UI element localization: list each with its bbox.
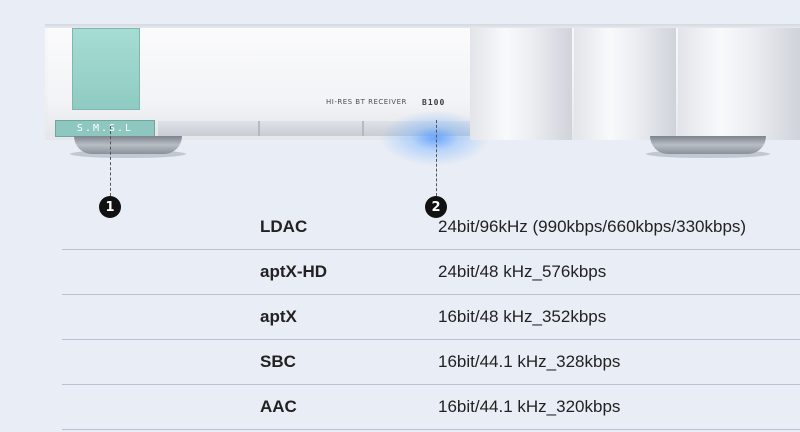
codec-name: aptX-HD [260, 262, 328, 281]
codec-name: AAC [260, 397, 297, 416]
spec-row: aptX 16bit/48 kHz_352kbps [62, 295, 800, 340]
codec-spec-table: LDAC 24bit/96kHz (990kbps/660kbps/330kbp… [62, 205, 800, 430]
codec-rate: 16bit/44.1 kHz_320kbps [438, 397, 621, 416]
leader-line-2 [436, 120, 437, 196]
strip-divider [258, 121, 260, 136]
codec-name: aptX [260, 307, 297, 326]
codec-rate: 16bit/44.1 kHz_328kbps [438, 352, 621, 371]
codec-name: LDAC [260, 217, 308, 236]
model-badge: B100 [422, 98, 446, 107]
heatsink-fin [678, 28, 800, 140]
brand-logo: S.M.S.L [76, 123, 134, 134]
codec-rate: 16bit/48 kHz_352kbps [438, 307, 607, 326]
heatsink-fin [574, 28, 676, 140]
spec-row: LDAC 24bit/96kHz (990kbps/660kbps/330kbp… [62, 205, 800, 250]
codec-name: SBC [260, 352, 296, 371]
power-button [72, 28, 140, 110]
model-label: HI-RES BT RECEIVER [326, 98, 407, 106]
leader-line-1 [110, 126, 111, 196]
spec-row: AAC 16bit/44.1 kHz_320kbps [62, 385, 800, 430]
codec-rate: 24bit/48 kHz_576kbps [438, 262, 607, 281]
brand-logo-plate: S.M.S.L [55, 120, 155, 137]
device-foot [650, 136, 766, 154]
codec-rate: 24bit/96kHz (990kbps/660kbps/330kbps) [438, 217, 747, 236]
heatsink-fin [470, 28, 572, 140]
spec-row: SBC 16bit/44.1 kHz_328kbps [62, 340, 800, 385]
device-illustration: S.M.S.L HI-RES BT RECEIVER B100 [0, 0, 800, 200]
device-foot [74, 136, 182, 154]
spec-row: aptX-HD 24bit/48 kHz_576kbps [62, 250, 800, 295]
strip-divider [362, 121, 364, 136]
